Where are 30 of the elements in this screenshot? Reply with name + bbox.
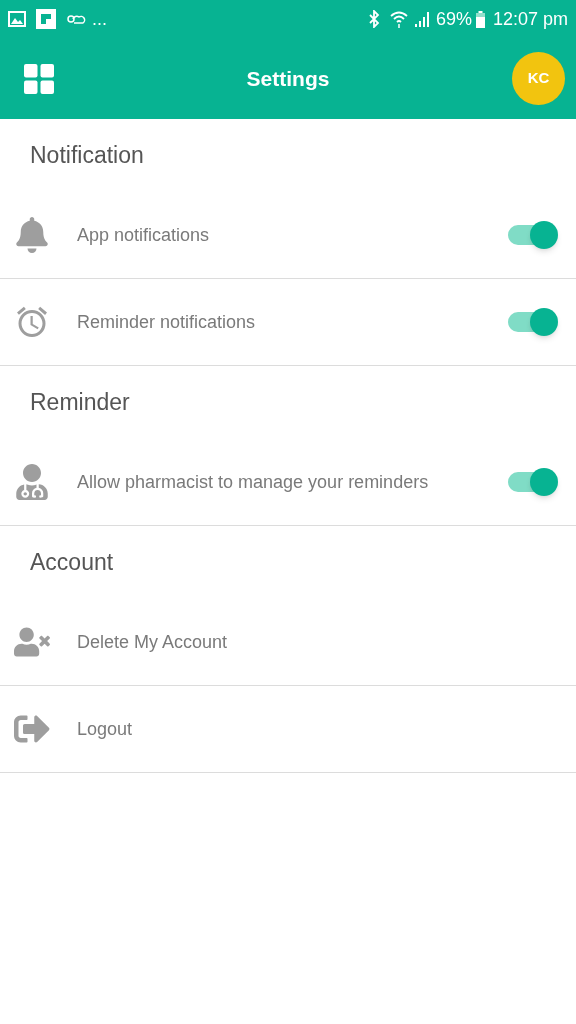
settings-row[interactable]: Reminder notifications (0, 279, 576, 366)
toggle-switch[interactable] (506, 467, 558, 497)
toggle-switch[interactable] (506, 307, 558, 337)
settings-row[interactable]: Allow pharmacist to manage your reminders (0, 439, 576, 526)
app-icon (36, 9, 56, 29)
image-icon (8, 11, 26, 27)
row-label: Reminder notifications (77, 310, 257, 334)
alarm-clock-icon (14, 304, 50, 340)
toggle-switch[interactable] (506, 220, 558, 250)
dashboard-icon[interactable] (24, 63, 54, 94)
section-heading: Account (30, 548, 114, 578)
signal-icon (413, 11, 430, 27)
section-heading: Reminder (30, 388, 130, 418)
row-label: App notifications (77, 223, 211, 247)
settings-row[interactable]: Logout (0, 686, 576, 773)
clock-time: 12:07 pm (492, 7, 568, 31)
section-heading: Notification (30, 141, 144, 171)
overflow-text: ... (92, 10, 107, 28)
settings-row[interactable]: App notifications (0, 192, 576, 279)
page-title: Settings (246, 65, 330, 92)
doctor-icon (14, 464, 50, 500)
settings-row[interactable]: Delete My Account (0, 599, 576, 686)
battery-icon (475, 10, 485, 28)
bluetooth-icon (367, 10, 380, 28)
row-label: Logout (77, 717, 134, 741)
wifi-icon (389, 10, 408, 28)
battery-percent: 69% (435, 7, 472, 31)
bell-icon (14, 217, 50, 253)
row-label: Allow pharmacist to manage your reminders (77, 470, 430, 494)
row-label: Delete My Account (77, 630, 229, 654)
